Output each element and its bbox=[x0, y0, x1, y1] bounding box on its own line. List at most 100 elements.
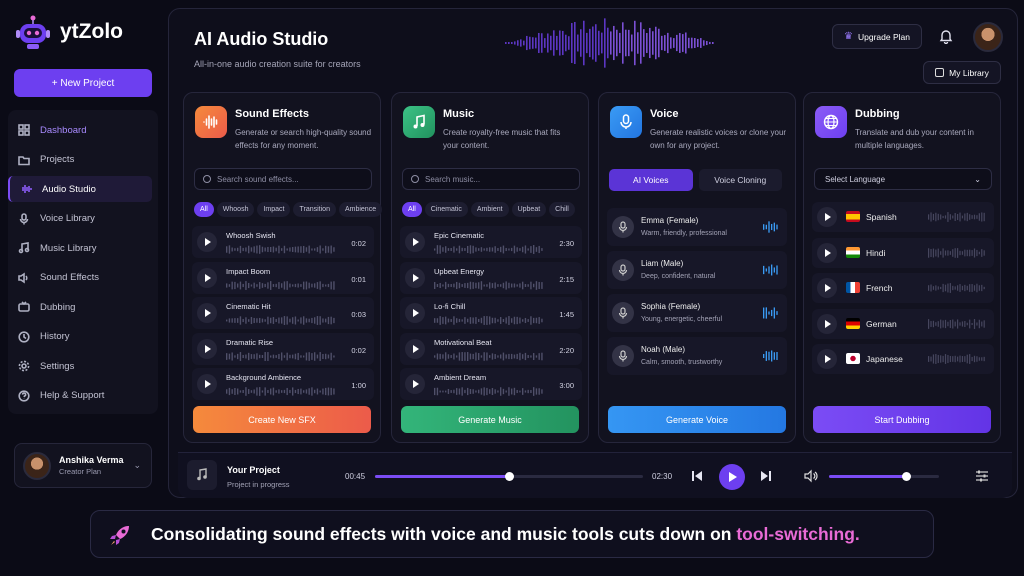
filter-chip-ambience[interactable]: Ambience bbox=[338, 202, 383, 217]
sidebar-item-audio-studio[interactable]: Audio Studio bbox=[8, 176, 152, 202]
play-icon[interactable] bbox=[405, 232, 425, 252]
waveform-icon[interactable] bbox=[763, 221, 779, 233]
list-item[interactable]: Motivational Beat 2:20 bbox=[400, 332, 582, 365]
user-profile-menu[interactable]: Anshika Verma Creator Plan ⌄ bbox=[14, 443, 152, 488]
sidebar-item-history[interactable]: History bbox=[8, 324, 152, 350]
play-icon[interactable] bbox=[405, 338, 425, 359]
filter-chip-all[interactable]: All bbox=[402, 202, 422, 217]
tab-voice-cloning[interactable]: Voice Cloning bbox=[698, 169, 782, 191]
filter-chip-all[interactable]: All bbox=[194, 202, 214, 217]
play-icon[interactable] bbox=[817, 313, 837, 334]
create-sfx-button[interactable]: Create New SFX bbox=[193, 406, 371, 433]
play-icon[interactable] bbox=[405, 303, 425, 323]
sidebar-item-voice-library[interactable]: Voice Library bbox=[8, 206, 152, 232]
page-title: AI Audio Studio bbox=[194, 29, 329, 49]
sidebar-item-dashboard[interactable]: Dashboard bbox=[8, 117, 152, 143]
list-item[interactable]: French bbox=[812, 273, 994, 303]
list-item[interactable]: Spanish bbox=[812, 202, 994, 232]
card-title: Sound Effects bbox=[235, 108, 309, 120]
profile-avatar[interactable] bbox=[973, 22, 1003, 52]
list-item[interactable]: Emma (Female) Warm, friendly, professiona… bbox=[607, 208, 787, 246]
filter-chip-chill[interactable]: Chill bbox=[549, 202, 575, 217]
item-name: Whoosh Swish bbox=[226, 231, 276, 240]
crown-icon: ♛ bbox=[844, 31, 853, 42]
skip-forward-icon[interactable] bbox=[760, 470, 772, 482]
list-item[interactable]: Cinematic Hit 0:03 bbox=[192, 297, 374, 329]
music-list: Epic Cinematic 2:30 Upbeat Energy 2:15 Lo-… bbox=[400, 226, 582, 404]
play-icon[interactable] bbox=[405, 374, 425, 394]
sidebar-item-settings[interactable]: Settings bbox=[8, 353, 152, 379]
play-icon[interactable] bbox=[817, 242, 837, 263]
volume-slider[interactable] bbox=[829, 472, 939, 481]
filter-chip-upbeat[interactable]: Upbeat bbox=[511, 202, 547, 217]
list-item[interactable]: German bbox=[812, 308, 994, 339]
play-icon[interactable] bbox=[197, 232, 217, 252]
list-item[interactable]: Epic Cinematic 2:30 bbox=[400, 226, 582, 258]
play-icon[interactable] bbox=[817, 207, 837, 227]
sidebar-item-projects[interactable]: Projects bbox=[8, 147, 152, 173]
play-icon[interactable] bbox=[817, 349, 837, 369]
waveform-icon bbox=[434, 280, 543, 290]
filter-chip-ambient[interactable]: Ambient bbox=[470, 202, 509, 217]
filter-chip-transition[interactable]: Transition bbox=[293, 202, 336, 217]
filter-chip-impact[interactable]: Impact bbox=[257, 202, 291, 217]
music-filter-chips: All Cinematic Ambient Upbeat Chill bbox=[402, 202, 575, 217]
waveform-icon bbox=[434, 387, 543, 396]
play-icon[interactable] bbox=[197, 338, 217, 359]
list-item[interactable]: Sophia (Female) Young, energetic, cheerfu… bbox=[607, 294, 787, 332]
skip-back-icon[interactable] bbox=[691, 470, 703, 482]
voice-tabs: AI Voices Voice Cloning bbox=[609, 169, 782, 191]
my-library-button[interactable]: My Library bbox=[923, 61, 1001, 84]
banner-main-text: Consolidating sound effects with voice a… bbox=[151, 523, 737, 544]
sidebar-item-music-library[interactable]: Music Library bbox=[8, 235, 152, 261]
start-dubbing-button[interactable]: Start Dubbing bbox=[813, 406, 991, 433]
list-item[interactable]: Noah (Male) Calm, smooth, trustworthy bbox=[607, 337, 787, 375]
play-icon[interactable] bbox=[197, 303, 217, 323]
play-icon[interactable] bbox=[405, 267, 425, 288]
folder-icon bbox=[18, 155, 30, 165]
bell-icon[interactable] bbox=[938, 28, 954, 44]
list-item[interactable]: Whoosh Swish 0:02 bbox=[192, 226, 374, 258]
language-select[interactable]: Select Language ⌄ bbox=[814, 168, 992, 190]
volume-handle[interactable] bbox=[902, 472, 911, 481]
waveform-icon[interactable] bbox=[763, 264, 779, 276]
item-name: Background Ambience bbox=[226, 373, 302, 382]
equalizer-settings-icon[interactable] bbox=[975, 469, 989, 483]
waveform-icon[interactable] bbox=[763, 350, 779, 362]
item-name: Upbeat Energy bbox=[434, 266, 485, 276]
filter-chip-whoosh[interactable]: Whoosh bbox=[216, 202, 255, 217]
waveform-icon[interactable] bbox=[763, 307, 779, 319]
list-item[interactable]: Background Ambience 1:00 bbox=[192, 368, 374, 400]
list-item[interactable]: Hindi bbox=[812, 237, 994, 268]
flag-france-icon bbox=[846, 282, 860, 293]
progress-handle[interactable] bbox=[505, 472, 514, 481]
music-search-input[interactable]: Search music... bbox=[402, 168, 580, 190]
list-item[interactable]: Dramatic Rise 0:02 bbox=[192, 332, 374, 365]
sidebar-item-help[interactable]: Help & Support bbox=[8, 383, 152, 409]
list-item[interactable]: Liam (Male) Deep, confident, natural bbox=[607, 251, 787, 289]
waveform-icon bbox=[928, 354, 985, 364]
sidebar-nav: Dashboard Projects Audio Studio Voice Li… bbox=[8, 110, 158, 414]
progress-slider[interactable] bbox=[375, 472, 643, 481]
play-icon[interactable] bbox=[197, 267, 217, 288]
list-item[interactable]: Impact Boom 0:01 bbox=[192, 261, 374, 294]
list-item[interactable]: Japanese bbox=[812, 344, 994, 374]
sfx-search-input[interactable]: Search sound effects... bbox=[194, 168, 372, 190]
play-icon[interactable] bbox=[817, 278, 837, 298]
list-item[interactable]: Ambient Dream 3:00 bbox=[400, 368, 582, 400]
filter-chip-cinematic[interactable]: Cinematic bbox=[424, 202, 468, 217]
new-project-button[interactable]: + New Project bbox=[14, 69, 152, 97]
play-button[interactable] bbox=[719, 464, 745, 490]
sidebar-item-dubbing[interactable]: Dubbing bbox=[8, 294, 152, 320]
tab-ai-voices[interactable]: AI Voices bbox=[609, 169, 693, 191]
app-logo[interactable]: ytZolo bbox=[14, 12, 164, 52]
sidebar-item-sound-effects[interactable]: Sound Effects bbox=[8, 265, 152, 291]
upgrade-plan-button[interactable]: ♛ Upgrade Plan bbox=[832, 24, 922, 49]
volume-icon[interactable] bbox=[804, 469, 818, 483]
generate-music-button[interactable]: Generate Music bbox=[401, 406, 579, 433]
music-card: Music Create royalty-free music that fit… bbox=[391, 92, 589, 443]
play-icon[interactable] bbox=[197, 374, 217, 394]
list-item[interactable]: Upbeat Energy 2:15 bbox=[400, 261, 582, 294]
generate-voice-button[interactable]: Generate Voice bbox=[608, 406, 786, 433]
list-item[interactable]: Lo-fi Chill 1:45 bbox=[400, 297, 582, 329]
